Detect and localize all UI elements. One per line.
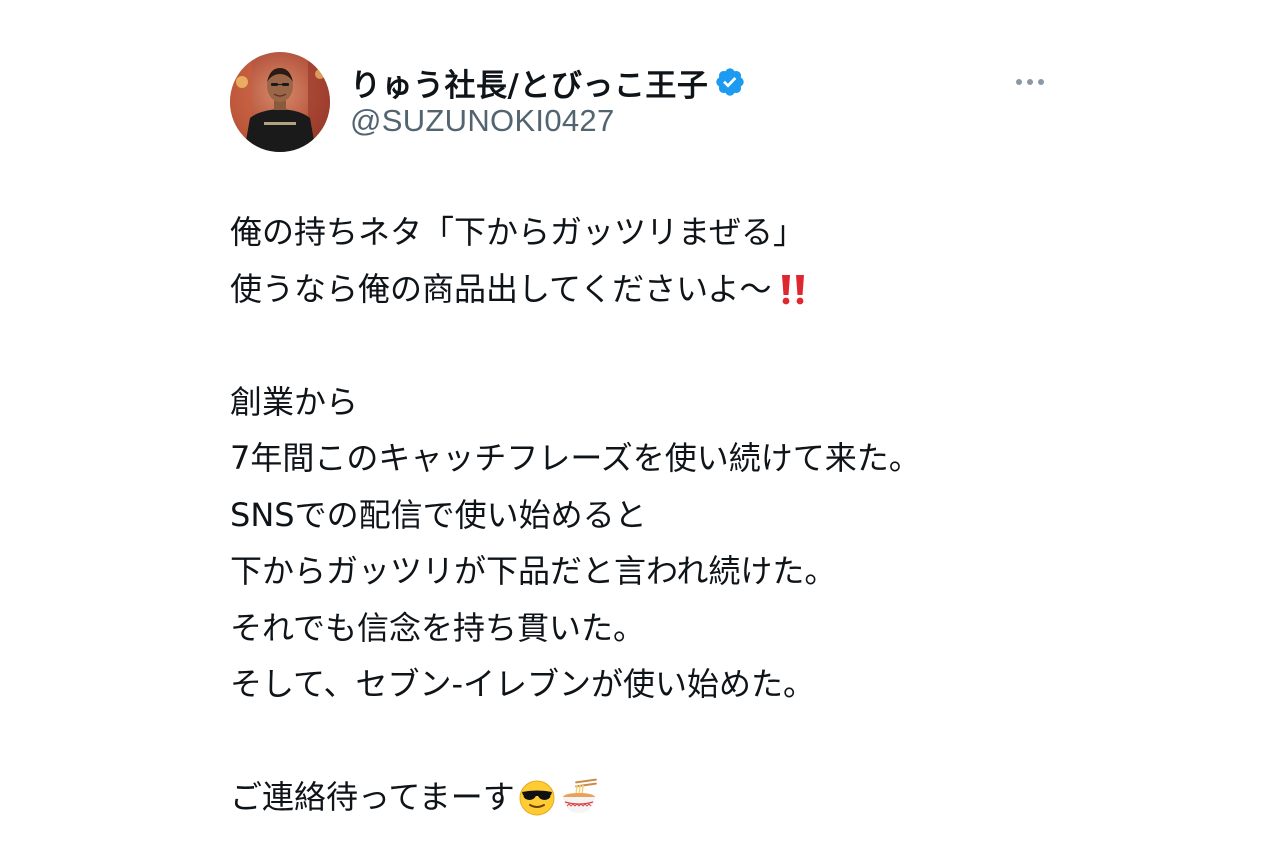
more-options-button[interactable] (1008, 68, 1052, 96)
tweet-line: 下からガッツリが下品だと言われ続けた。 (230, 552, 837, 590)
ramen-bowl-emoji (559, 777, 599, 817)
tweet-line: 7年間このキャッチフレーズを使い続けて来た。 (230, 439, 921, 477)
tweet-line: ご連絡待ってまーす (230, 769, 1230, 826)
double-exclamation-emoji (773, 269, 813, 309)
avatar[interactable] (230, 52, 330, 152)
tweet-line: 創業から (230, 382, 359, 421)
author-handle[interactable]: @SUZUNOKI0427 (350, 103, 615, 139)
tweet-line: そして、セブン-イレブンが使い始めた。 (230, 665, 815, 703)
tweet-text: 俺の持ちネタ「下からガッツリまぜる」 使うなら俺の商品出してくださいよ〜 創業か… (230, 204, 1230, 826)
tweet-line: 使うなら俺の商品出してくださいよ〜 (230, 261, 1230, 318)
tweet-line: SNSでの配信で使い始めると (230, 495, 647, 534)
tweet-line: 俺の持ちネタ「下からガッツリまぜる」 (230, 213, 806, 251)
more-horizontal-icon (1038, 79, 1044, 85)
more-horizontal-icon (1016, 79, 1022, 85)
sunglasses-face-emoji (517, 777, 557, 817)
more-horizontal-icon (1027, 79, 1033, 85)
author-name-row: りゅう社長/とびっこ王子 (350, 60, 746, 105)
tweet-card: りゅう社長/とびっこ王子 @SUZUNOKI0427 俺の持ちネタ「下からガッツ… (0, 0, 1280, 854)
tweet-line: それでも信念を持ち貫いた。 (230, 608, 646, 647)
author-display-name[interactable]: りゅう社長/とびっこ王子 (350, 60, 708, 105)
profile-photo (230, 52, 330, 152)
verified-badge-icon (714, 66, 746, 98)
tweet-line-text: 使うなら俺の商品出してくださいよ〜 (230, 269, 772, 308)
tweet-line-text: ご連絡待ってまーす (230, 778, 515, 816)
